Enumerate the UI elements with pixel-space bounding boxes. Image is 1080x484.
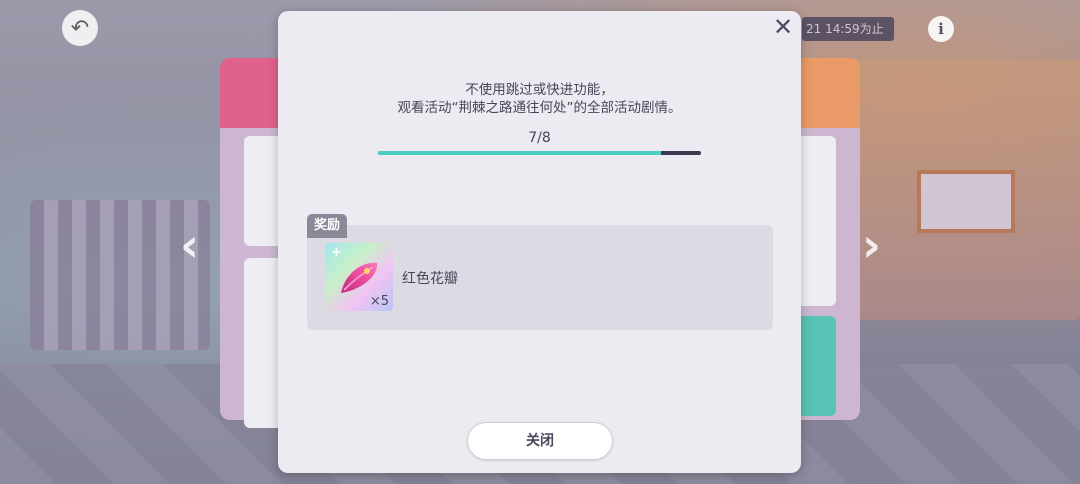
description-line: 观看活动“荆棘之路通往何处”的全部活动剧情。	[397, 100, 682, 116]
progress-count: 7/8	[528, 130, 551, 146]
background-picture-frame	[917, 170, 1015, 233]
reward-tag: 奖励	[307, 214, 348, 238]
mission-description: 不使用跳过或快进功能， 观看活动“荆棘之路通往何处”的全部活动剧情。	[278, 81, 801, 117]
undo-arrow-icon: ↶	[70, 15, 90, 41]
chevron-left-icon[interactable]: ‹	[180, 222, 199, 268]
info-icon[interactable]: i	[928, 16, 954, 42]
reward-item-name: 红色花瓣	[402, 271, 458, 287]
description-line: 不使用跳过或快进功能，	[465, 82, 614, 98]
close-button[interactable]: 关闭	[467, 422, 613, 460]
reward-item[interactable]: + ×5	[325, 243, 393, 311]
chevron-right-icon[interactable]: ›	[862, 222, 881, 268]
mission-detail-dialog: ✕ 不使用跳过或快进功能， 观看活动“荆棘之路通往何处”的全部活动剧情。 7/8	[278, 11, 801, 473]
progress-bar	[378, 151, 701, 155]
item-quantity: ×5	[369, 294, 389, 309]
close-icon[interactable]: ✕	[773, 15, 793, 39]
sparkle-icon: +	[331, 245, 342, 260]
reward-panel: + ×5 红色花瓣	[307, 225, 773, 330]
back-button[interactable]: ↶	[62, 10, 98, 46]
progress-bar-fill	[378, 151, 661, 155]
deadline-label: 21 14:59为止	[802, 17, 894, 41]
